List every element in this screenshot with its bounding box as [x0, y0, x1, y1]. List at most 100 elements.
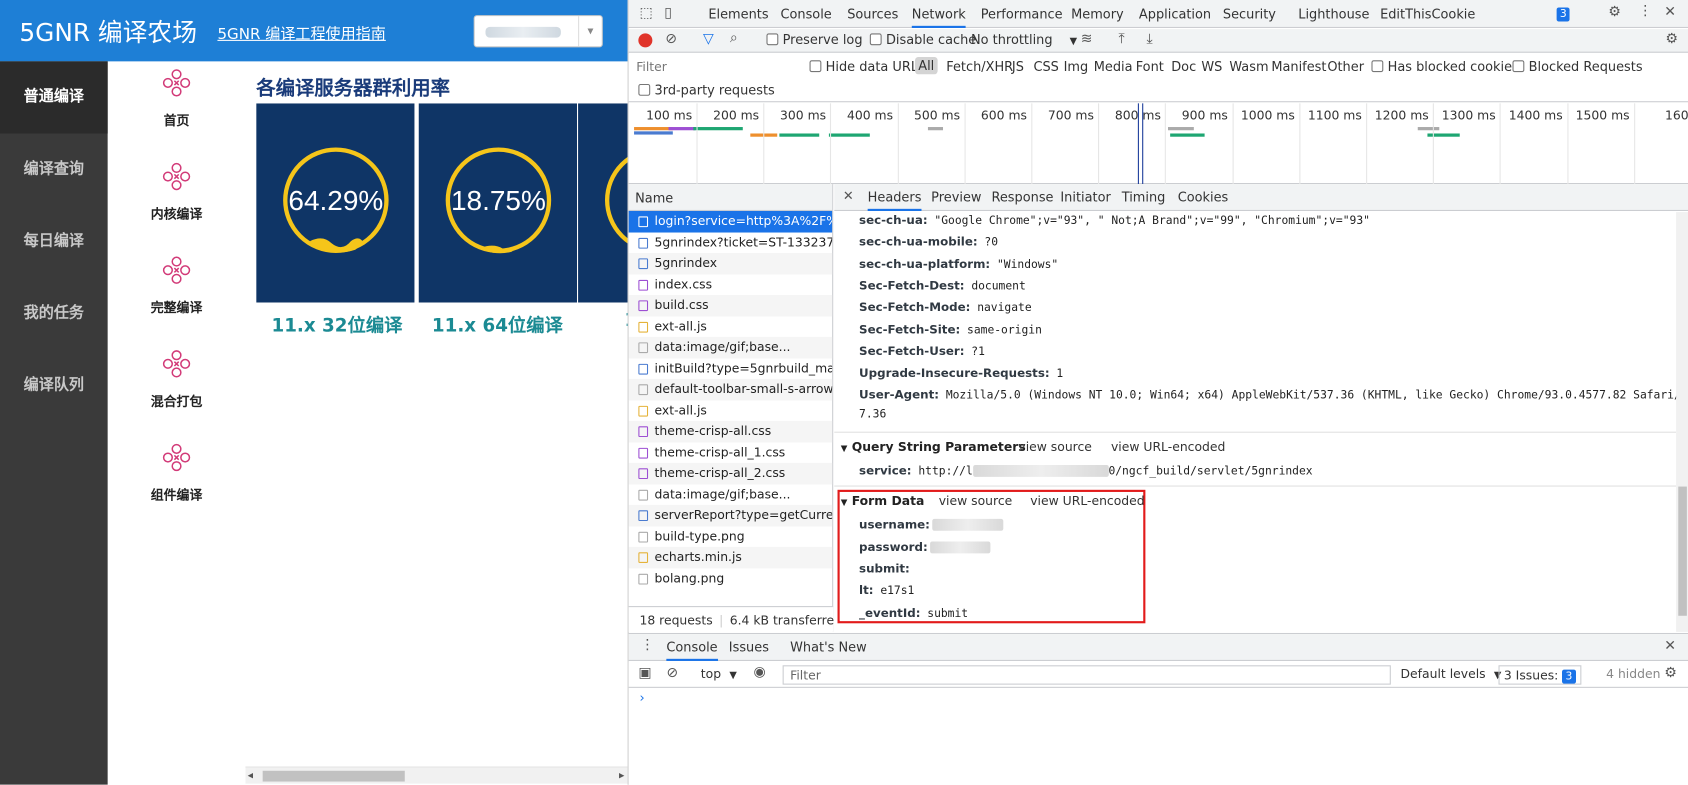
- request-row[interactable]: theme-crisp-all_2.css: [628, 462, 833, 484]
- type-filter-ws[interactable]: WS: [1201, 59, 1222, 74]
- request-row[interactable]: data:image/gif;base...: [629, 484, 832, 505]
- issues-button[interactable]: 3 Issues: 3: [1498, 665, 1581, 685]
- request-row[interactable]: 5gnrindex: [628, 252, 833, 274]
- form-data-section-title[interactable]: ▼ Form Data: [841, 493, 925, 508]
- nav-item-my-tasks[interactable]: 我的任务: [0, 278, 108, 350]
- request-row[interactable]: login?service=http%3A%2F%2...: [628, 210, 833, 232]
- more-options-icon[interactable]: ⋮: [1638, 3, 1652, 19]
- checkbox[interactable]: [809, 60, 822, 73]
- tab-console[interactable]: Console: [780, 0, 831, 28]
- guide-link[interactable]: 5GNR 编译工程使用指南: [217, 23, 385, 45]
- request-row[interactable]: data:image/gif;base...: [628, 336, 833, 358]
- filter-input[interactable]: Filter: [632, 57, 795, 76]
- type-filter-media[interactable]: Media: [1094, 59, 1133, 74]
- tab-editthiscookie[interactable]: EditThisCookie: [1380, 0, 1475, 28]
- form-view-source-link[interactable]: view source: [939, 493, 1013, 508]
- request-row[interactable]: default-toolbar-small-s-arrow....: [628, 378, 833, 400]
- request-row[interactable]: theme-crisp-all_1.css: [629, 442, 832, 463]
- checkbox[interactable]: [1512, 60, 1525, 73]
- clear-console-icon[interactable]: ⊘: [666, 665, 678, 681]
- form-view-url-encoded-link[interactable]: view URL-encoded: [1030, 493, 1144, 508]
- network-settings-icon[interactable]: ⚙: [1665, 31, 1678, 47]
- request-row[interactable]: initBuild?type=5gnrbuild_main: [629, 358, 832, 379]
- search-icon[interactable]: ⌕: [730, 30, 738, 46]
- close-drawer-icon[interactable]: ✕: [1664, 638, 1676, 654]
- nav-item-build-queue[interactable]: 编译队列: [0, 350, 108, 422]
- tab-preview[interactable]: Preview: [931, 184, 981, 211]
- scrollbar-thumb[interactable]: [1678, 486, 1687, 616]
- hide-data-urls-checkbox[interactable]: Hide data URLs: [809, 59, 925, 74]
- tab-cookies[interactable]: Cookies: [1178, 184, 1229, 211]
- settings-gear-icon[interactable]: ⚙: [1608, 4, 1621, 20]
- type-filter-font[interactable]: Font: [1136, 59, 1164, 74]
- filter-icon[interactable]: ▽: [703, 31, 714, 47]
- name-column-header[interactable]: Name: [628, 184, 833, 211]
- drawer-menu-icon[interactable]: ⋮: [641, 637, 655, 653]
- sub-item-component-build[interactable]: 组件编译: [127, 441, 226, 533]
- console-prompt[interactable]: ›: [639, 690, 644, 705]
- tab-initiator[interactable]: Initiator: [1060, 184, 1110, 211]
- tab-network[interactable]: Network: [911, 0, 966, 28]
- sub-item-mixed-package[interactable]: 混合打包: [127, 348, 226, 440]
- nav-item-normal-build[interactable]: 普通编译: [0, 61, 108, 134]
- export-har-icon[interactable]: ⤓: [1146, 31, 1152, 47]
- issues-badge[interactable]: 3: [1556, 5, 1570, 22]
- tab-timing[interactable]: Timing: [1122, 184, 1166, 211]
- tab-console-drawer[interactable]: Console: [666, 634, 718, 661]
- tab-elements[interactable]: Elements: [708, 0, 768, 28]
- disable-cache-checkbox[interactable]: Disable cache: [869, 32, 976, 47]
- type-filter-wasm[interactable]: Wasm: [1229, 59, 1268, 74]
- checkbox[interactable]: [869, 33, 882, 46]
- tab-sources[interactable]: Sources: [847, 0, 898, 28]
- query-view-source-link[interactable]: view source: [1018, 439, 1092, 454]
- sub-item-kernel-build[interactable]: 内核编译: [127, 160, 226, 252]
- third-party-checkbox[interactable]: 3rd-party requests: [638, 83, 775, 98]
- clear-icon[interactable]: ⊘: [665, 31, 677, 47]
- log-levels-select[interactable]: Default levels ▼: [1401, 666, 1502, 681]
- type-filter-img[interactable]: Img: [1064, 59, 1089, 74]
- tab-performance[interactable]: Performance: [981, 0, 1063, 28]
- nav-item-daily-build[interactable]: 每日编译: [0, 206, 108, 278]
- checkbox[interactable]: [1371, 60, 1384, 73]
- chevron-down-icon[interactable]: ▾: [578, 16, 602, 47]
- type-filter-js[interactable]: JS: [1012, 59, 1024, 74]
- tab-whats-new[interactable]: What's New: [790, 634, 867, 661]
- blocked-requests-checkbox[interactable]: Blocked Requests: [1512, 59, 1643, 74]
- details-scrollbar[interactable]: [1676, 212, 1688, 632]
- tab-memory[interactable]: Memory: [1071, 0, 1124, 28]
- query-view-url-encoded-link[interactable]: view URL-encoded: [1111, 439, 1225, 454]
- request-row[interactable]: 5gnrindex?ticket=ST-1332371...: [629, 232, 832, 253]
- scrollbar-thumb[interactable]: [262, 770, 405, 782]
- request-row[interactable]: echarts.min.js: [628, 546, 833, 568]
- request-row[interactable]: build-type.png: [629, 526, 832, 547]
- request-row[interactable]: theme-crisp-all.css: [628, 420, 833, 442]
- network-overview-timeline[interactable]: 100 ms 200 ms 300 ms 400 ms 500 ms 600 ms 700 …: [628, 103, 1688, 185]
- record-icon[interactable]: [638, 33, 653, 48]
- request-row[interactable]: build.css: [628, 294, 833, 316]
- checkbox[interactable]: [766, 33, 779, 46]
- type-filter-all[interactable]: All: [915, 57, 938, 75]
- request-row[interactable]: bolang.png: [629, 568, 832, 589]
- sidebar-toggle-icon[interactable]: ▣: [638, 665, 651, 681]
- network-conditions-icon[interactable]: ≋: [1081, 31, 1093, 47]
- device-toolbar-icon[interactable]: ▯: [664, 5, 672, 21]
- tab-application[interactable]: Application: [1139, 0, 1211, 28]
- has-blocked-cookies-checkbox[interactable]: Has blocked cookies: [1371, 59, 1519, 74]
- inspect-element-icon[interactable]: ⬚: [639, 5, 652, 21]
- horizontal-scrollbar[interactable]: ◂ ▸: [245, 766, 628, 784]
- close-devtools-icon[interactable]: ✕: [1664, 4, 1676, 20]
- close-details-icon[interactable]: ✕: [843, 188, 854, 203]
- preserve-log-checkbox[interactable]: Preserve log: [766, 32, 863, 47]
- tab-lighthouse[interactable]: Lighthouse: [1298, 0, 1369, 28]
- request-row[interactable]: serverReport?type=getCurrent...: [628, 504, 833, 526]
- request-row[interactable]: index.css: [629, 274, 832, 295]
- sub-item-full-build[interactable]: 完整编译: [127, 254, 226, 346]
- throttling-select[interactable]: No throttling ▼: [971, 32, 1077, 47]
- console-filter-input[interactable]: Filter: [782, 665, 1391, 685]
- tab-issues[interactable]: Issues: [729, 634, 769, 661]
- import-har-icon[interactable]: ⤒: [1118, 31, 1124, 47]
- tab-headers[interactable]: Headers: [867, 184, 922, 211]
- context-select[interactable]: top ▼: [701, 666, 737, 681]
- type-filter-doc[interactable]: Doc: [1171, 59, 1196, 74]
- type-filter-other[interactable]: Other: [1327, 59, 1364, 74]
